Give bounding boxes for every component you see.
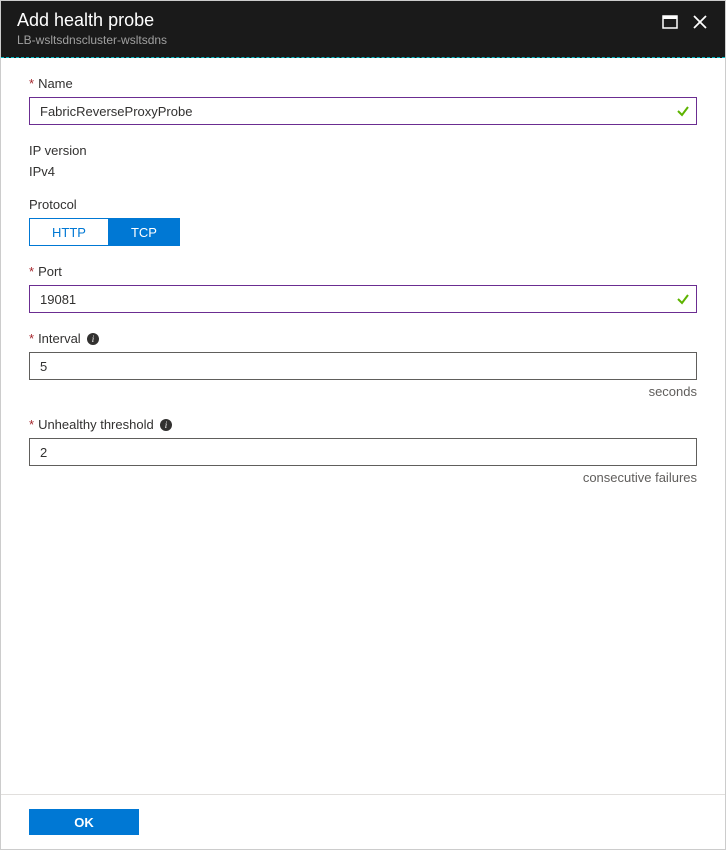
name-label-text: Name <box>38 76 73 91</box>
panel-footer: OK <box>1 794 725 849</box>
maximize-icon[interactable] <box>661 13 679 31</box>
name-label: * Name <box>29 76 697 91</box>
ok-button[interactable]: OK <box>29 809 139 835</box>
ip-version-label: IP version <box>29 143 697 158</box>
ip-version-value: IPv4 <box>29 164 697 179</box>
protocol-tcp-button[interactable]: TCP <box>108 218 180 246</box>
close-icon[interactable] <box>691 13 709 31</box>
interval-unit: seconds <box>29 384 697 399</box>
threshold-unit: consecutive failures <box>29 470 697 485</box>
threshold-input[interactable] <box>29 438 697 466</box>
required-marker: * <box>29 417 34 432</box>
threshold-field-group: * Unhealthy threshold i consecutive fail… <box>29 417 697 485</box>
panel-subtitle: LB-wsltsdnscluster-wsltsdns <box>17 33 167 47</box>
checkmark-icon <box>675 291 691 307</box>
port-label: * Port <box>29 264 697 279</box>
ip-version-field-group: IP version IPv4 <box>29 143 697 179</box>
required-marker: * <box>29 76 34 91</box>
ip-version-label-text: IP version <box>29 143 87 158</box>
panel-content: * Name IP version IPv4 Protocol HTTP T <box>1 58 725 794</box>
header-text: Add health probe LB-wsltsdnscluster-wslt… <box>17 9 167 47</box>
threshold-label-text: Unhealthy threshold <box>38 417 154 432</box>
threshold-label: * Unhealthy threshold i <box>29 417 697 432</box>
info-icon[interactable]: i <box>160 419 172 431</box>
port-input[interactable] <box>29 285 697 313</box>
protocol-http-button[interactable]: HTTP <box>29 218 108 246</box>
interval-label: * Interval i <box>29 331 697 346</box>
add-health-probe-panel: Add health probe LB-wsltsdnscluster-wslt… <box>0 0 726 850</box>
required-marker: * <box>29 264 34 279</box>
port-field-group: * Port <box>29 264 697 313</box>
required-marker: * <box>29 331 34 346</box>
protocol-label: Protocol <box>29 197 697 212</box>
panel-header: Add health probe LB-wsltsdnscluster-wslt… <box>1 1 725 58</box>
interval-label-text: Interval <box>38 331 81 346</box>
port-input-wrap <box>29 285 697 313</box>
name-input[interactable] <box>29 97 697 125</box>
port-label-text: Port <box>38 264 62 279</box>
name-field-group: * Name <box>29 76 697 125</box>
panel-title: Add health probe <box>17 9 167 32</box>
name-input-wrap <box>29 97 697 125</box>
protocol-label-text: Protocol <box>29 197 77 212</box>
header-actions <box>661 13 709 31</box>
protocol-field-group: Protocol HTTP TCP <box>29 197 697 246</box>
protocol-toggle: HTTP TCP <box>29 218 697 246</box>
interval-input[interactable] <box>29 352 697 380</box>
checkmark-icon <box>675 103 691 119</box>
interval-field-group: * Interval i seconds <box>29 331 697 399</box>
info-icon[interactable]: i <box>87 333 99 345</box>
